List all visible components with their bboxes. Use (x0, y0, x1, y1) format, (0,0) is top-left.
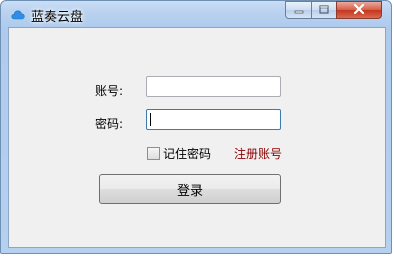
account-label: 账号: (95, 84, 124, 98)
title-bar[interactable]: 蓝奏云盘 (1, 1, 393, 27)
text-caret (150, 113, 151, 126)
minimize-icon (294, 3, 304, 17)
minimize-button[interactable] (285, 1, 312, 19)
password-input[interactable] (146, 109, 281, 130)
login-panel: 账号: 密码: 记住密码 注册账号 登录 (8, 27, 386, 248)
close-icon (353, 3, 365, 17)
register-account-link[interactable]: 注册账号 (234, 145, 282, 162)
login-button[interactable]: 登录 (99, 174, 281, 204)
login-window: 蓝奏云盘 账号: 密码: 记住密码 注册账号 登录 (0, 0, 392, 254)
account-input[interactable] (146, 76, 281, 97)
cloud-icon (11, 8, 25, 20)
login-button-label: 登录 (176, 183, 203, 199)
window-title: 蓝奏云盘 (31, 10, 84, 25)
maximize-icon (319, 3, 329, 17)
close-button[interactable] (336, 1, 382, 19)
maximize-button[interactable] (311, 1, 337, 19)
remember-password-label[interactable]: 记住密码 (163, 145, 211, 162)
remember-password-checkbox[interactable] (147, 147, 160, 160)
password-label: 密码: (95, 117, 124, 131)
